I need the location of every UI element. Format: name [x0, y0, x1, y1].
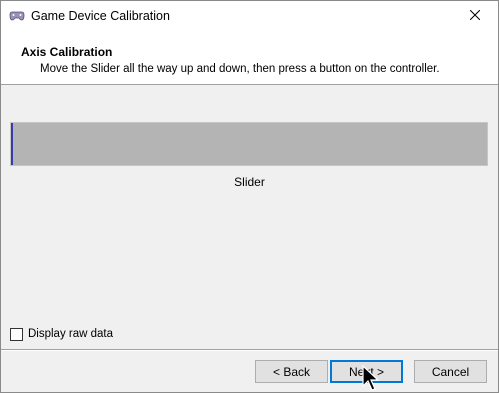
slider-axis-bar: [10, 122, 488, 166]
close-button[interactable]: [452, 1, 498, 31]
page-title: Axis Calibration: [21, 45, 113, 59]
title-bar[interactable]: Game Device Calibration: [1, 1, 498, 31]
window-title: Game Device Calibration: [31, 9, 170, 23]
slider-position-indicator: [11, 123, 13, 165]
calibration-window: Game Device Calibration Axis Calibration…: [0, 0, 499, 393]
close-icon: [469, 9, 481, 23]
display-raw-data-checkbox[interactable]: [10, 327, 23, 341]
next-button[interactable]: Next >: [330, 360, 403, 383]
calibration-content: Slider Display raw data: [1, 85, 498, 349]
back-button[interactable]: < Back: [255, 360, 328, 383]
display-raw-data-option[interactable]: Display raw data: [10, 327, 113, 341]
cancel-button[interactable]: Cancel: [414, 360, 487, 383]
slider-label: Slider: [234, 175, 265, 189]
page-instructions: Move the Slider all the way up and down,…: [40, 63, 440, 75]
footer-divider: [1, 349, 498, 351]
wizard-header: Axis Calibration Move the Slider all the…: [1, 31, 498, 85]
game-controller-icon: [9, 10, 25, 22]
display-raw-data-label[interactable]: Display raw data: [28, 328, 113, 340]
